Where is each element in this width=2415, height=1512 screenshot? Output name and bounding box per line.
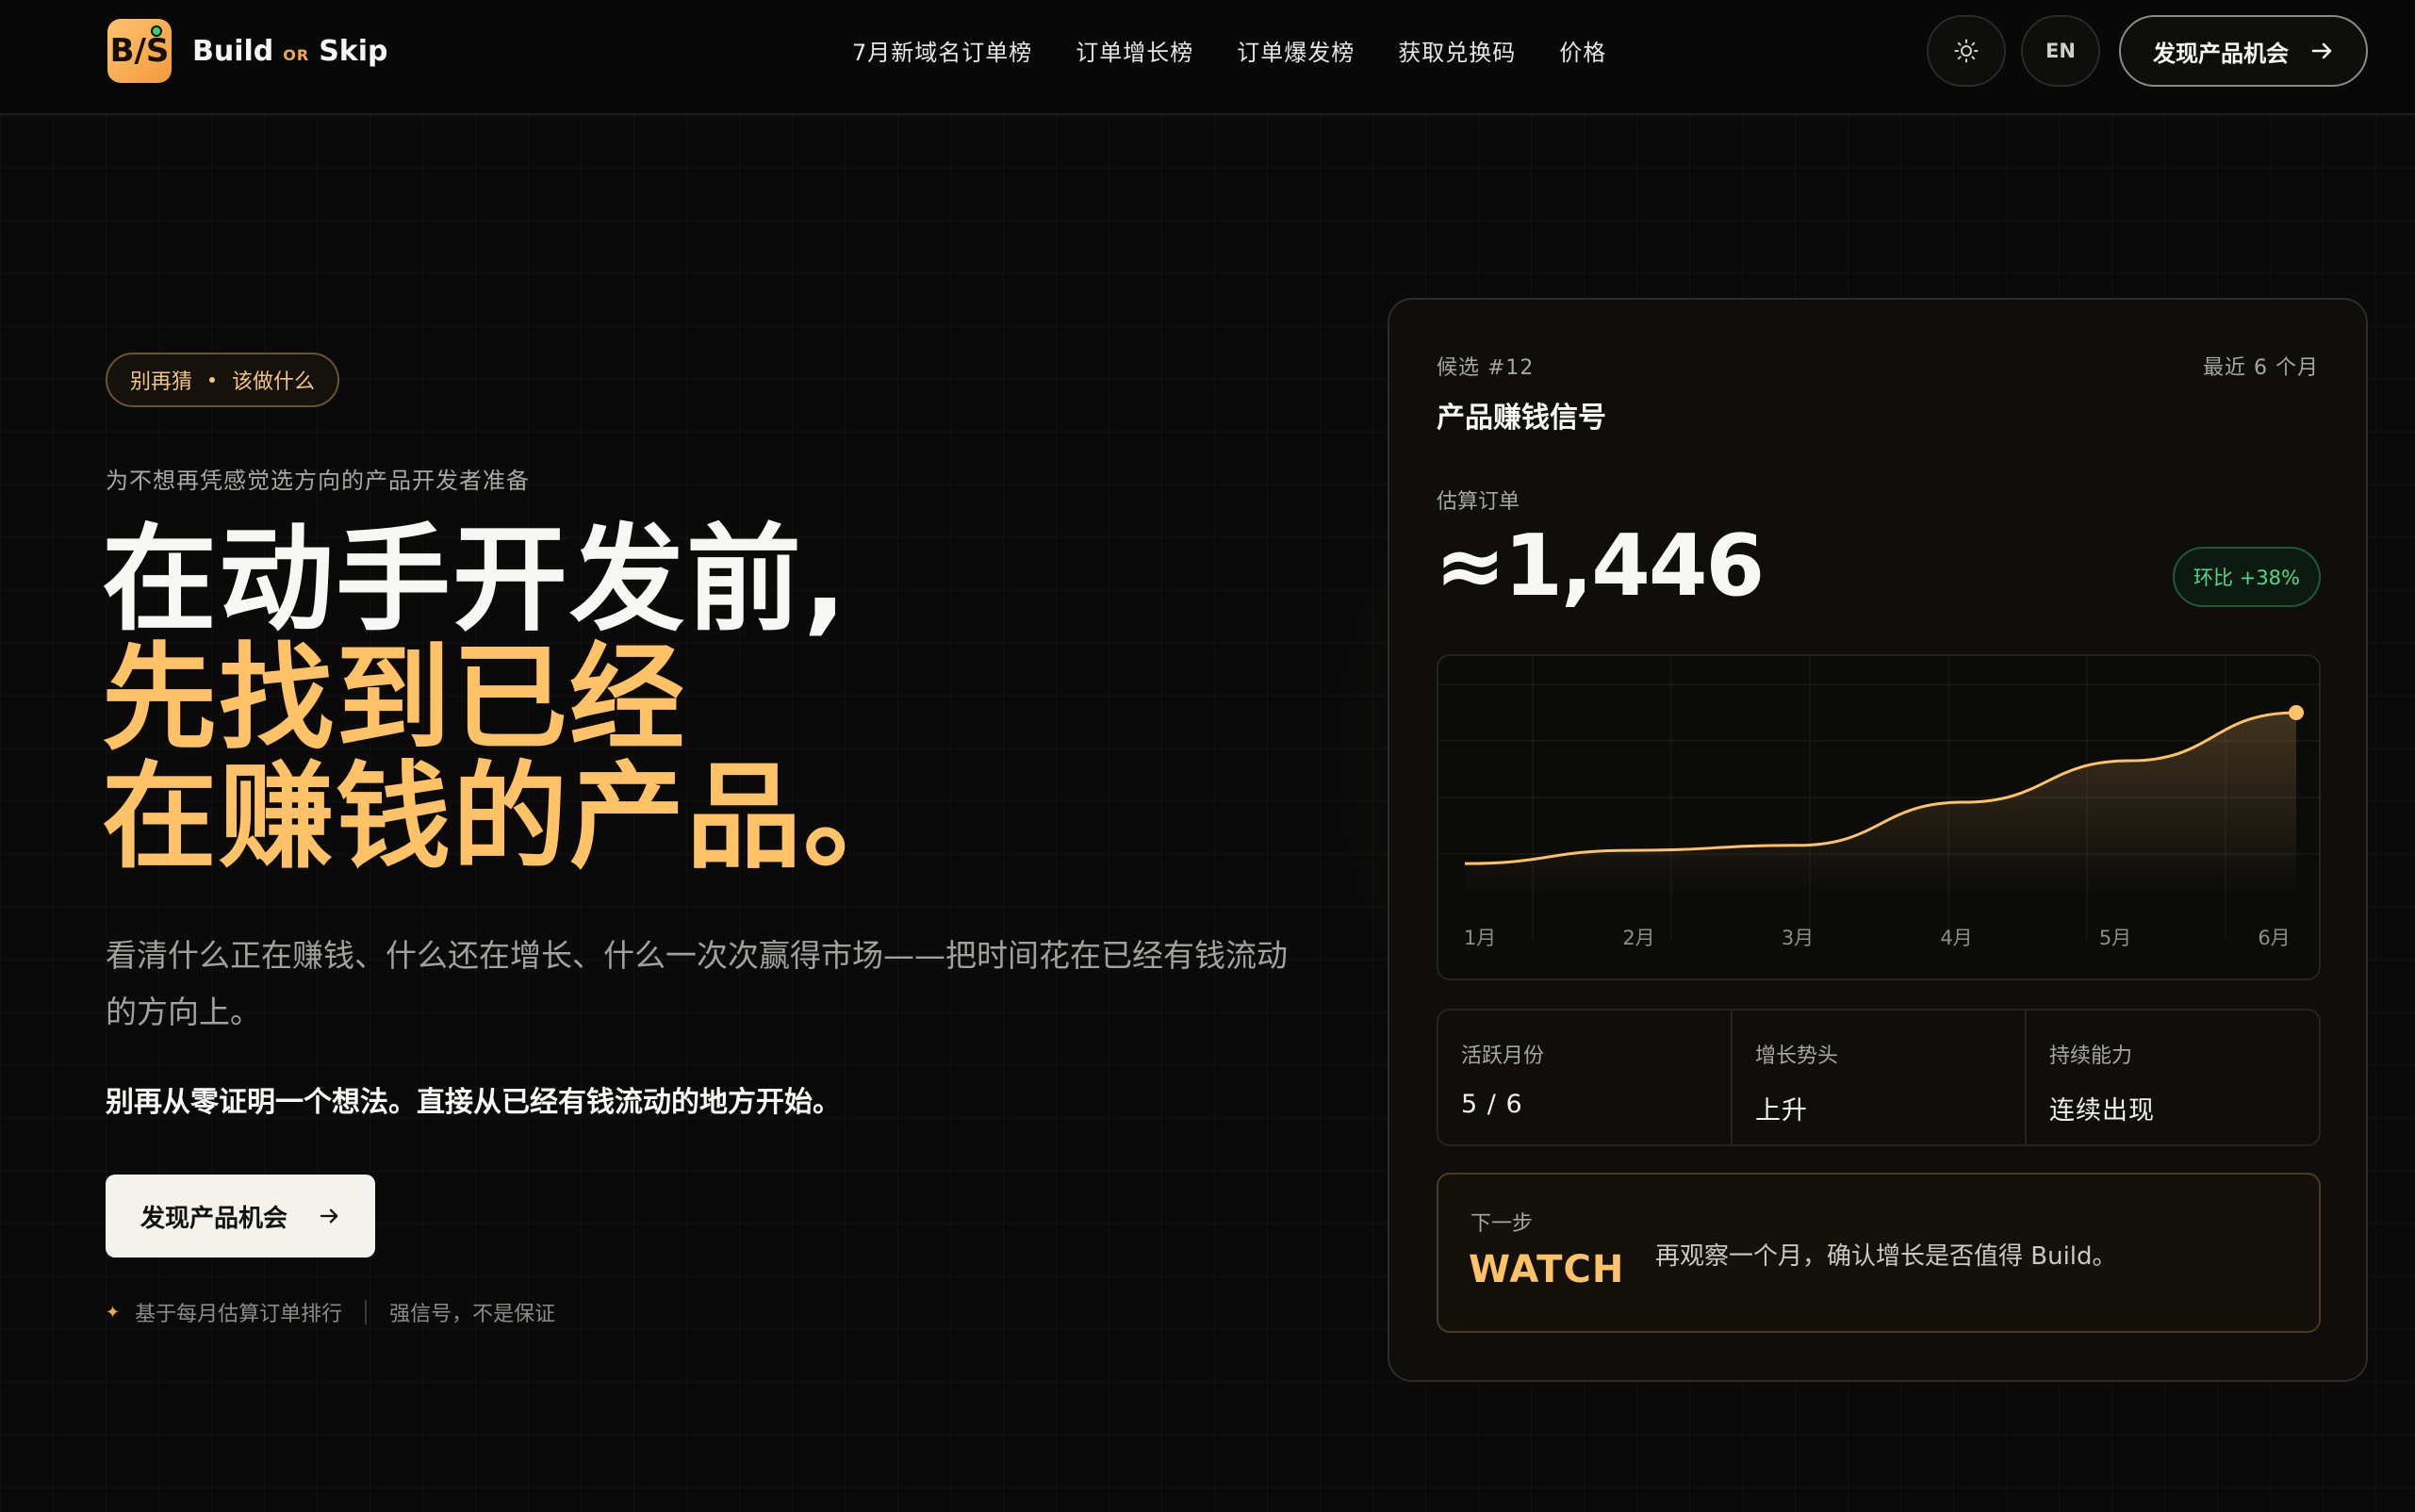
header-cta-button[interactable]: 发现产品机会: [2119, 15, 2368, 87]
header-cta-label: 发现产品机会: [2153, 40, 2289, 67]
orders-chart-svg: 1月 2月 3月 4月 5月 6月: [1438, 656, 2319, 949]
metric-label: 增长势头: [1755, 1044, 1839, 1068]
candidate-label: 候选 #12: [1437, 356, 1535, 380]
next-step-box: 下一步 WATCH 再观察一个月，确认增长是否值得 Build。: [1437, 1173, 2321, 1333]
metric-value: 5 / 6: [1461, 1090, 1523, 1119]
next-step-verdict: WATCH: [1469, 1248, 1625, 1291]
logo-mark-icon: B/S: [107, 19, 172, 83]
next-step-label: 下一步: [1470, 1212, 1534, 1236]
chart-x-tick-label: 5月: [2099, 927, 2131, 949]
metric-label: 持续能力: [2049, 1044, 2133, 1068]
chart-x-tick-label: 6月: [2258, 927, 2290, 949]
estimated-orders-label: 估算订单: [1437, 490, 1520, 514]
metric-value: 连续出现: [2049, 1096, 2155, 1126]
orders-chart: 1月 2月 3月 4月 5月 6月: [1437, 654, 2321, 980]
metric-active-months: 活跃月份 5 / 6: [1438, 1011, 1731, 1144]
top-header: B/S Build OR Skip 7月新域名订单榜 订单增长榜 订单爆发榜 获…: [0, 0, 2415, 115]
nav-item-new-domain-rank[interactable]: 7月新域名订单榜: [852, 34, 1032, 67]
card-title: 产品赚钱信号: [1437, 402, 1606, 435]
footnote-divider: [365, 1300, 368, 1324]
chart-x-tick-label: 1月: [1464, 927, 1496, 949]
headline-line-3: 在赚钱的产品。: [102, 750, 920, 884]
hero-subtitle: 为不想再凭感觉选方向的产品开发者准备: [106, 468, 530, 494]
hero-cta-label: 发现产品机会: [140, 1204, 288, 1233]
chart-point: [2289, 705, 2304, 720]
estimated-orders-value: ≈1,446: [1435, 517, 1765, 616]
language-label: EN: [2045, 40, 2076, 62]
nav-item-burst-rank[interactable]: 订单爆发榜: [1237, 34, 1355, 67]
chart-x-tick-label: 4月: [1940, 927, 1972, 949]
metric-value: 上升: [1755, 1096, 1808, 1126]
hero-strong-line: 别再从零证明一个想法。直接从已经有钱流动的地方开始。: [106, 1086, 841, 1119]
nav-item-pricing[interactable]: 价格: [1559, 34, 1606, 67]
period-label: 最近 6 个月: [2203, 356, 2319, 380]
hero-cta-button[interactable]: 发现产品机会: [106, 1175, 375, 1257]
next-step-text: 再观察一个月，确认增长是否值得 Build。: [1655, 1242, 2117, 1271]
nav-item-growth-rank[interactable]: 订单增长榜: [1076, 34, 1193, 67]
sun-icon: [1954, 39, 1979, 63]
nav-item-redeem-code[interactable]: 获取兑换码: [1398, 34, 1516, 67]
headline-line-1: 在动手开发前,: [102, 513, 849, 647]
theme-toggle-button[interactable]: [1927, 15, 2006, 87]
pill-left-text: 别再猜: [130, 370, 193, 394]
growth-badge: 环比 +38%: [2173, 547, 2321, 607]
hero-footnote: ✦ 基于每月估算订单排行 强信号，不是保证: [106, 1297, 555, 1327]
arrow-right-icon: [2311, 42, 2332, 59]
hero-headline: 在动手开发前, 先找到已经 在赚钱的产品。: [102, 520, 920, 877]
arrow-right-icon: [320, 1208, 338, 1224]
footnote-right: 强信号，不是保证: [389, 1303, 556, 1326]
metric-momentum: 增长势头 上升: [1731, 1011, 2025, 1144]
pill-right-text: 该做什么: [232, 370, 316, 394]
metric-label: 活跃月份: [1461, 1044, 1545, 1068]
brand-name-or: OR: [283, 45, 310, 64]
chart-x-tick-label: 3月: [1782, 927, 1814, 949]
sparkle-icon: ✦: [106, 1302, 121, 1323]
footnote-left: 基于每月估算订单排行: [135, 1303, 343, 1326]
pill-separator-dot: [209, 377, 216, 383]
hero-tag-pill: 别再猜 该做什么: [106, 353, 340, 407]
signal-card: 候选 #12 最近 6 个月 产品赚钱信号 估算订单 ≈1,446 环比 +38…: [1388, 298, 2368, 1382]
language-button[interactable]: EN: [2021, 15, 2100, 87]
headline-line-2: 先找到已经: [102, 632, 686, 765]
brand-name: Build OR Skip: [192, 35, 388, 68]
main-nav: 7月新域名订单榜 订单增长榜 订单爆发榜 获取兑换码 价格: [852, 34, 1606, 67]
metric-persistence: 持续能力 连续出现: [2025, 1011, 2319, 1144]
chart-x-tick-label: 2月: [1622, 927, 1654, 949]
brand-name-left: Build: [192, 34, 274, 68]
brand-name-right: Skip: [319, 34, 388, 68]
metrics-row: 活跃月份 5 / 6 增长势头 上升 持续能力 连续出现: [1437, 1009, 2321, 1146]
logo-dot-icon: [151, 25, 162, 37]
logo-letters: B/S: [109, 32, 170, 70]
brand-logo[interactable]: B/S Build OR Skip: [107, 19, 388, 83]
hero-description: 看清什么正在赚钱、什么还在增长、什么一次次赢得市场——把时间花在已经有钱流动的方…: [106, 937, 1288, 1030]
